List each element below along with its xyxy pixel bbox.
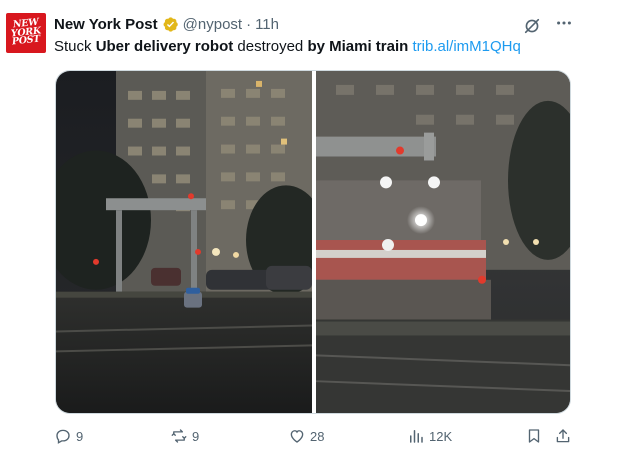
separator-dot: · xyxy=(246,15,252,33)
retweet-icon xyxy=(170,427,188,445)
avatar-logo-line-3: POST xyxy=(11,33,41,48)
like-count: 28 xyxy=(310,428,325,444)
media-image-right[interactable] xyxy=(316,71,570,413)
repost-button[interactable]: 9 xyxy=(170,427,199,445)
display-name[interactable]: New York Post xyxy=(54,16,158,33)
grok-icon[interactable] xyxy=(523,17,541,35)
tweet-text-part-3: destroyed xyxy=(233,38,308,55)
verified-badge-icon[interactable] xyxy=(162,16,179,33)
views-button[interactable]: 12K xyxy=(407,427,452,445)
tweet-text-part-4: by Miami train xyxy=(307,38,409,55)
more-icon[interactable] xyxy=(555,14,573,37)
media-grid xyxy=(55,70,571,414)
timestamp[interactable]: 11h xyxy=(255,16,279,33)
reply-count: 9 xyxy=(76,428,84,444)
tweet-actions: 9 9 28 12K xyxy=(54,426,574,446)
reply-button[interactable]: 9 xyxy=(54,427,83,445)
tweet[interactable]: NEW YORK POST New York Post @nypost · 11… xyxy=(0,0,631,456)
author-handle[interactable]: @nypost xyxy=(183,16,242,33)
tweet-header: New York Post @nypost · 11h xyxy=(54,14,279,34)
heart-icon xyxy=(288,427,306,445)
reply-icon xyxy=(54,427,72,445)
bookmark-icon xyxy=(525,427,543,445)
views-icon xyxy=(407,427,425,445)
tweet-link[interactable]: trib.al/imM1QHq xyxy=(412,38,520,55)
media-image-left[interactable] xyxy=(56,71,312,413)
top-actions xyxy=(523,14,573,37)
bookmark-button[interactable] xyxy=(525,427,543,445)
like-button[interactable]: 28 xyxy=(288,427,324,445)
share-button[interactable] xyxy=(554,427,572,445)
views-count: 12K xyxy=(429,428,453,444)
tweet-text-part-1: Stuck xyxy=(54,38,96,55)
tweet-text: Stuck Uber delivery robot destroyed by M… xyxy=(54,37,521,57)
repost-count: 9 xyxy=(192,428,200,444)
tweet-text-part-2: Uber delivery robot xyxy=(95,38,234,55)
share-icon xyxy=(554,427,572,445)
avatar[interactable]: NEW YORK POST xyxy=(6,13,46,53)
